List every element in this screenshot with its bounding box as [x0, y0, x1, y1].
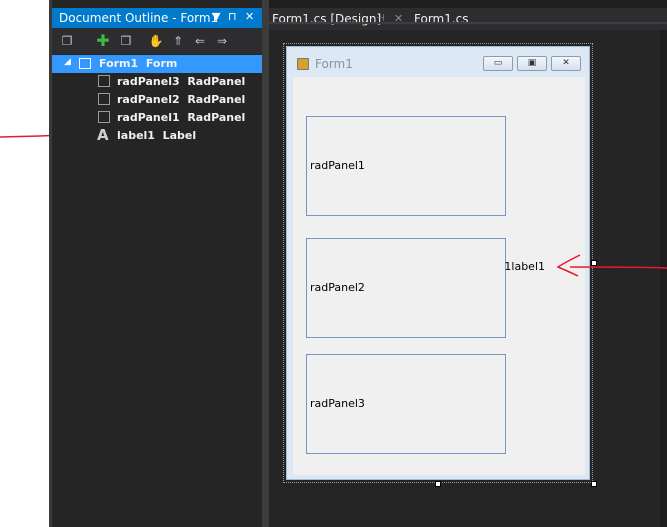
checkbox-icon	[98, 93, 110, 105]
annotation-arrow-right	[556, 254, 667, 277]
tab-form1-cs[interactable]: Form1.cs	[407, 8, 487, 30]
move-left-icon[interactable]: ⇐	[191, 32, 209, 50]
tree-item-label: radPanel1 RadPanel	[117, 111, 246, 124]
radpanel3[interactable]: radPanel3	[306, 354, 506, 454]
minimize-button[interactable]: ▭	[483, 56, 513, 71]
tree-item-radpanel1[interactable]: radPanel1 RadPanel	[52, 109, 262, 127]
tab-form1-design[interactable]: Form1.cs [Design] ⊣ ✕	[269, 8, 407, 30]
pin-icon[interactable]: ⊓	[228, 10, 237, 23]
radpanel3-label: radPanel3	[310, 397, 365, 410]
form-icon	[79, 58, 91, 69]
form-client-area: radPanel1 radPanel2 radPanel3	[293, 77, 585, 475]
tree-item-radpanel2[interactable]: radPanel2 RadPanel	[52, 91, 262, 109]
radpanel1[interactable]: radPanel1	[306, 116, 506, 216]
form-title: Form1	[315, 57, 353, 71]
resize-handle-corner[interactable]	[591, 481, 597, 487]
tab-label: Form1.cs [Design]	[272, 12, 382, 26]
tree-item-label: radPanel2 RadPanel	[117, 93, 246, 106]
add-icon[interactable]: ✚	[94, 32, 112, 50]
pin-icon[interactable]: ⊣	[376, 8, 385, 30]
tree-item-radpanel3[interactable]: radPanel3 RadPanel	[52, 73, 262, 91]
close-button[interactable]: ✕	[551, 56, 581, 71]
tab-label: Form1.cs	[414, 12, 469, 26]
label1-clip: label1label1	[505, 258, 545, 276]
document-outline-panel: Document Outline - Form1 ▼ ⊓ ✕ ❐ ✚ ❒ ✋ ⇑…	[52, 0, 262, 527]
collapse-triangle-icon[interactable]: ◢	[64, 57, 71, 67]
outline-titlebar: Document Outline - Form1 ▼ ⊓ ✕	[52, 8, 262, 28]
document-tabstrip: Form1.cs [Design] ⊣ ✕ Form1.cs	[269, 8, 667, 30]
outline-title: Document Outline - Form1	[59, 11, 219, 25]
radpanel1-label: radPanel1	[310, 159, 365, 172]
checkbox-icon	[98, 75, 110, 87]
dropdown-icon[interactable]: ▼	[212, 10, 220, 23]
close-icon[interactable]: ✕	[394, 8, 403, 30]
checkbox-icon	[98, 111, 110, 123]
tree-item-form1[interactable]: ◢ Form1 Form	[52, 55, 262, 73]
maximize-button[interactable]: ▣	[517, 56, 547, 71]
resize-handle-bottom[interactable]	[435, 481, 441, 487]
tree-item-label1[interactable]: A label1 Label	[52, 126, 262, 145]
outline-toolbar: ❐ ✚ ❒ ✋ ⇑ ⇐ ⇒	[52, 28, 262, 54]
radpanel2-label: radPanel2	[310, 281, 365, 294]
form-icon	[297, 58, 309, 70]
radpanel2[interactable]: radPanel2	[306, 238, 506, 338]
copy-icon[interactable]: ❐	[58, 32, 76, 50]
move-up-icon[interactable]: ⇑	[169, 32, 187, 50]
duplicate-icon[interactable]: ❒	[117, 32, 135, 50]
hand-icon[interactable]: ✋	[147, 32, 165, 50]
tree-item-label: radPanel3 RadPanel	[117, 75, 246, 88]
panel-splitter[interactable]	[262, 0, 269, 527]
tree-item-label: label1 Label	[117, 129, 197, 142]
tree-item-label: Form1 Form	[99, 57, 178, 70]
tab-underline	[269, 22, 667, 24]
move-right-icon[interactable]: ⇒	[213, 32, 231, 50]
label-A-icon: A	[97, 126, 109, 144]
label1[interactable]: label1label1	[505, 260, 545, 273]
close-icon[interactable]: ✕	[245, 10, 254, 23]
